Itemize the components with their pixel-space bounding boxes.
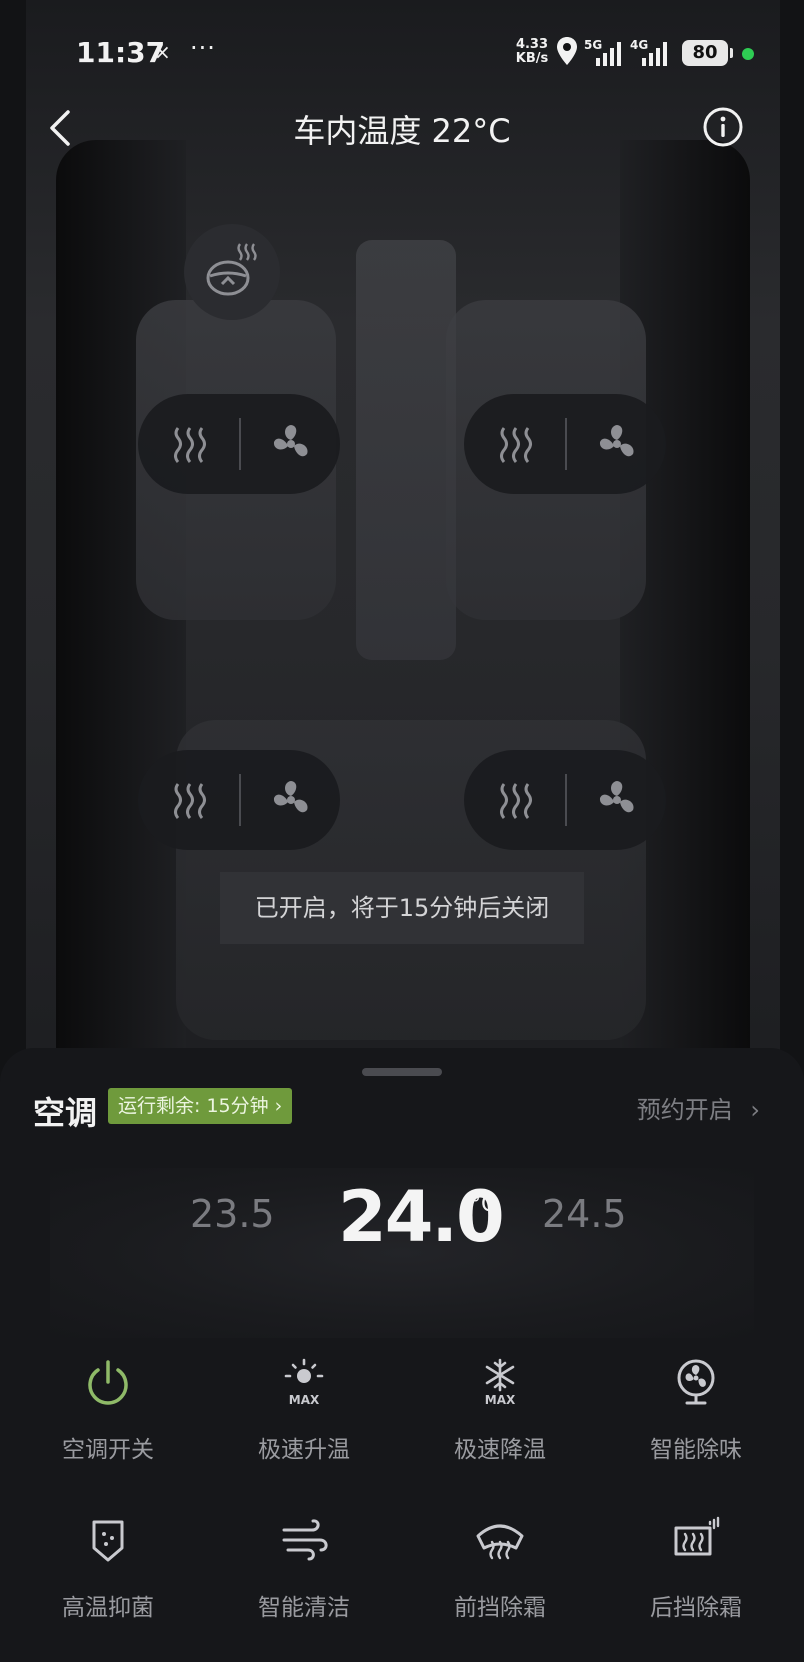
sun-max-icon: MAX bbox=[284, 1358, 324, 1407]
info-button[interactable] bbox=[702, 106, 744, 148]
seat-fan-icon bbox=[599, 425, 634, 457]
front-defrost-label: 前挡除霜 bbox=[454, 1595, 546, 1621]
rapid-heat-label: 极速升温 bbox=[258, 1437, 350, 1463]
ac-power-label: 空调开关 bbox=[62, 1437, 154, 1463]
battery-level: 80 bbox=[692, 42, 718, 63]
seat-heat-button-front-left[interactable] bbox=[138, 394, 239, 494]
status-time: 11:37 bbox=[76, 36, 166, 69]
privacy-indicator-dot bbox=[742, 48, 754, 60]
smart-clean-label: 智能清洁 bbox=[258, 1595, 350, 1621]
screen: 11:37 × ··· 4.33 KB/s 5G 4G 80 车内温度 22°C bbox=[0, 0, 804, 1662]
smart-deodorize-button[interactable]: 智能除味 bbox=[598, 1356, 794, 1486]
shield-icon bbox=[92, 1520, 124, 1562]
ac-power-button[interactable]: 空调开关 bbox=[10, 1356, 206, 1486]
front-defrost-icon bbox=[476, 1524, 524, 1560]
center-console-image bbox=[356, 240, 456, 660]
location-icon bbox=[557, 37, 577, 65]
temperature-option-lower[interactable]: 23.5 bbox=[190, 1192, 275, 1236]
seat-heat-icon bbox=[500, 427, 532, 463]
remaining-time-badge[interactable]: 运行剩余: 15分钟 › bbox=[108, 1088, 293, 1124]
temperature-unit: °C bbox=[470, 1192, 497, 1217]
seat-control-rear-left bbox=[138, 750, 340, 850]
temperature-current[interactable]: 24.0 bbox=[338, 1176, 505, 1258]
power-icon bbox=[88, 1360, 128, 1405]
seat-fan-icon bbox=[273, 425, 308, 457]
smart-deodorize-label: 智能除味 bbox=[650, 1437, 742, 1463]
rear-defrost-label: 后挡除霜 bbox=[650, 1595, 742, 1621]
page-title: 车内温度 22°C bbox=[293, 112, 511, 150]
chevron-right-icon: › bbox=[750, 1096, 760, 1124]
high-temp-sterilize-label: 高温抑菌 bbox=[62, 1595, 154, 1621]
seat-fan-icon bbox=[273, 781, 308, 813]
status-toast: 已开启，将于15分钟后关闭 bbox=[220, 872, 584, 944]
network-speed-unit: KB/s bbox=[515, 51, 549, 66]
status-bar: 11:37 × ··· 4.33 KB/s 5G 4G 80 bbox=[0, 0, 804, 100]
seat-heat-icon bbox=[174, 783, 206, 819]
seat-control-front-right bbox=[464, 394, 666, 494]
app-notification-icon: × bbox=[154, 40, 171, 64]
fan-icon bbox=[677, 1359, 715, 1405]
smart-clean-button[interactable]: 智能清洁 bbox=[206, 1514, 402, 1644]
seat-vent-button-rear-right[interactable] bbox=[565, 750, 666, 850]
more-notifications-icon: ··· bbox=[190, 34, 216, 62]
rapid-cool-label: 极速降温 bbox=[454, 1437, 546, 1463]
wind-icon bbox=[282, 1519, 328, 1561]
steering-wheel-heat-icon bbox=[206, 243, 257, 296]
seat-vent-button-front-left[interactable] bbox=[239, 394, 340, 494]
info-icon bbox=[703, 107, 743, 147]
seat-heat-icon bbox=[174, 427, 206, 463]
remaining-time-text: 运行剩余: 15分钟 bbox=[118, 1095, 269, 1117]
climate-title: 空调 bbox=[33, 1094, 98, 1132]
rear-defrost-button[interactable]: 后挡除霜 bbox=[598, 1514, 794, 1644]
snowflake-max-icon: MAX bbox=[485, 1358, 516, 1407]
network-speed: 4.33 KB/s bbox=[512, 38, 552, 66]
rear-defrost-icon bbox=[674, 1516, 720, 1556]
schedule-start-label: 预约开启 bbox=[636, 1096, 733, 1124]
steering-wheel-heat-button[interactable] bbox=[184, 224, 280, 320]
seat-heat-button-front-right[interactable] bbox=[464, 394, 565, 494]
max-label: MAX bbox=[289, 1393, 320, 1407]
signal-5g-icon bbox=[596, 42, 621, 66]
temperature-option-higher[interactable]: 24.5 bbox=[542, 1192, 627, 1236]
chevron-right-icon: › bbox=[274, 1095, 283, 1117]
rapid-heat-button[interactable]: MAX 极速升温 bbox=[206, 1356, 402, 1486]
network-speed-value: 4.33 bbox=[515, 37, 549, 52]
seat-vent-button-front-right[interactable] bbox=[565, 394, 666, 494]
seat-heat-button-rear-right[interactable] bbox=[464, 750, 565, 850]
seat-heat-button-rear-left[interactable] bbox=[138, 750, 239, 850]
sheet-drag-handle[interactable] bbox=[362, 1068, 442, 1076]
seat-vent-button-rear-left[interactable] bbox=[239, 750, 340, 850]
seat-control-rear-right bbox=[464, 750, 666, 850]
battery-indicator: 80 bbox=[682, 40, 733, 66]
seat-control-front-left bbox=[138, 394, 340, 494]
seat-fan-icon bbox=[599, 781, 634, 813]
signal-4g-icon bbox=[642, 42, 667, 66]
schedule-start-link[interactable]: 预约开启 › bbox=[637, 1090, 760, 1125]
front-defrost-button[interactable]: 前挡除霜 bbox=[402, 1514, 598, 1644]
rapid-cool-button[interactable]: MAX 极速降温 bbox=[402, 1356, 598, 1486]
high-temp-sterilize-button[interactable]: 高温抑菌 bbox=[10, 1514, 206, 1644]
seat-heat-icon bbox=[500, 783, 532, 819]
max-label: MAX bbox=[485, 1393, 516, 1407]
